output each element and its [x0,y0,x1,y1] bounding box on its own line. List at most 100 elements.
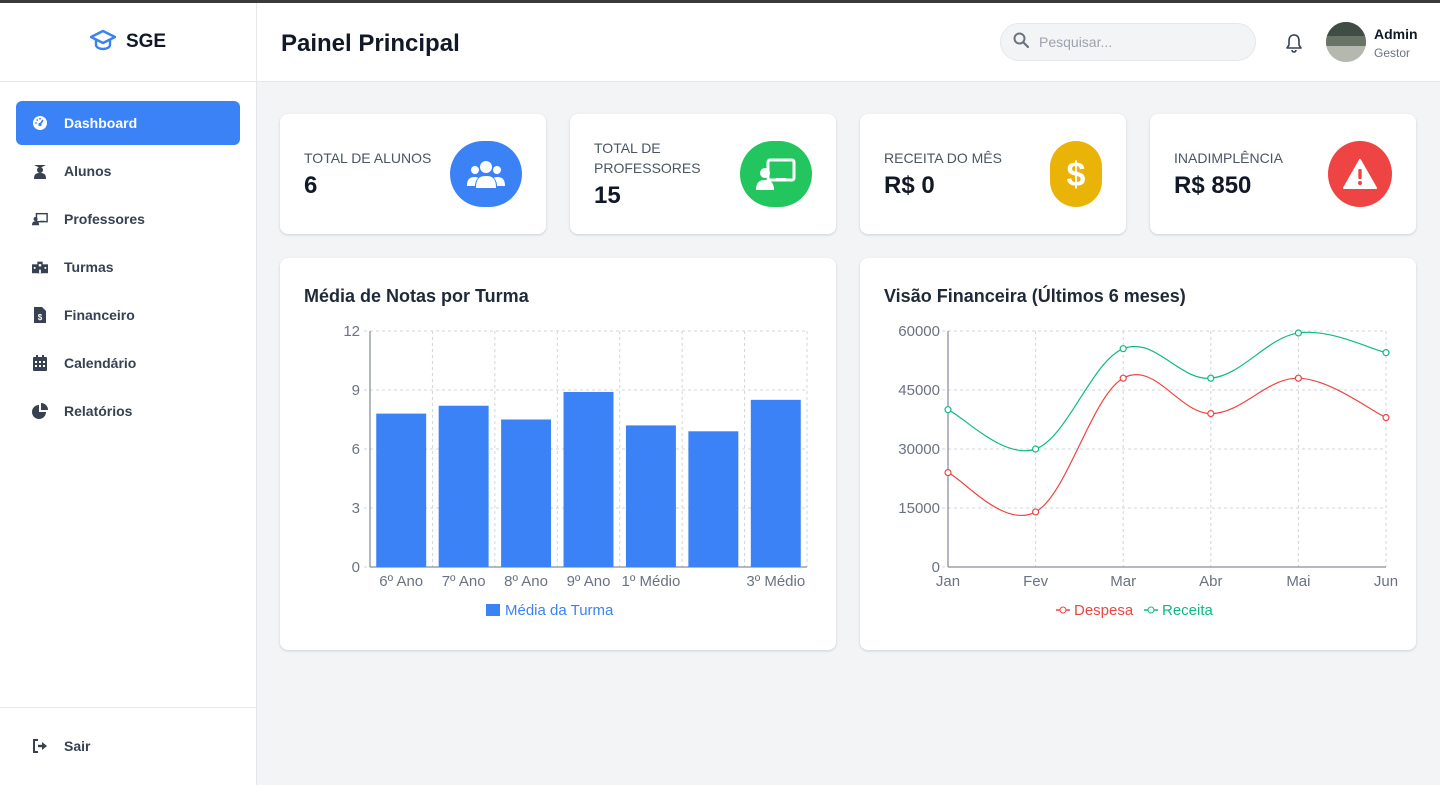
search-input[interactable] [1039,34,1239,50]
data-point [1207,410,1215,418]
invoice-dollar-icon: $ [32,307,48,323]
x-tick-label: 3º Médio [746,573,805,590]
stat-value: 15 [594,182,621,209]
graduation-cap-icon [89,29,117,56]
gauge-icon [32,115,48,131]
sidebar-footer: Sair [0,707,256,785]
sign-out-icon [32,738,48,754]
logout-button[interactable]: Sair [16,724,240,768]
y-tick-label: 9 [352,382,360,399]
page-title: Painel Principal [281,30,460,57]
sidebar-item-label: Professores [64,211,145,227]
legend-marker [1059,606,1067,614]
bar [376,413,427,567]
calendar-icon [32,355,48,371]
data-point [1382,349,1390,357]
sidebar-item-dashboard[interactable]: Dashboard [16,101,240,145]
user-role: Gestor [1374,46,1411,60]
sidebar-item-calendario[interactable]: Calendário [16,341,240,385]
sidebar-item-label: Financeiro [64,307,135,323]
users-icon [450,141,522,207]
sidebar-nav: Dashboard Alunos Professores Turmas $ Fi… [0,82,256,433]
sidebar-item-professores[interactable]: Professores [16,197,240,241]
chalkboard-teacher-icon [740,141,812,207]
legend-swatch [486,604,500,616]
stat-card-inadimplencia: INADIMPLÊNCIA R$ 850 [1150,114,1416,234]
brand[interactable]: SGE [0,3,256,82]
x-tick-label: Fev [1023,573,1049,590]
series-line [947,374,1387,516]
pie-chart-icon [32,403,48,419]
svg-text:$: $ [1067,156,1086,192]
data-point [944,406,952,414]
grades-chart-card: Média de Notas por Turma 0 3 6 9 12 6º Ano 7º … [280,258,836,650]
series-line [947,331,1387,452]
x-tick-label: 9º Ano [567,573,611,590]
x-tick-label: Mar [1110,573,1136,590]
data-point [1119,374,1127,382]
school-icon [32,259,48,275]
student-icon [32,163,48,179]
bar [688,431,739,567]
stat-card-alunos: TOTAL DE ALUNOS 6 [280,114,546,234]
sidebar-item-turmas[interactable]: Turmas [16,245,240,289]
sidebar-item-label: Turmas [64,259,114,275]
finance-chart-card: Visão Financeira (Últimos 6 meses) 0 1500… [860,258,1416,650]
sidebar-item-label: Alunos [64,163,112,179]
bar [501,419,552,567]
data-point [1119,345,1127,353]
x-tick-label: Jun [1374,573,1398,590]
x-tick-label: Abr [1199,573,1222,590]
y-tick-label: 30000 [898,441,940,458]
bar-chart: 0 3 6 9 12 6º Ano 7º Ano 8º Ano 9º Ano 1º Médio 3º… [343,323,808,619]
stat-label: RECEITA DO MÊS [884,150,1002,166]
data-point [1032,508,1040,516]
brand-name: SGE [125,31,167,52]
bar [625,425,676,567]
sidebar-item-label: Calendário [64,355,137,371]
legend-label: Média da Turma [505,602,614,619]
top-header: Painel Principal Admin Gestor [257,3,1440,82]
avatar[interactable] [1326,22,1366,62]
data-point [1294,329,1302,337]
bar [563,391,614,567]
stat-value: R$ 850 [1174,172,1252,199]
svg-text:$: $ [38,313,43,322]
stat-card-receita: RECEITA DO MÊS R$ 0 $ [860,114,1126,234]
y-tick-label: 60000 [898,323,940,340]
user-name: Admin [1374,26,1418,42]
legend-label: Receita [1162,602,1214,619]
sidebar-item-label: Relatórios [64,403,133,419]
sidebar: SGE Dashboard Alunos Professores Turmas [0,3,257,785]
stat-value: R$ 0 [884,172,935,199]
x-tick-label: Mai [1286,573,1310,590]
chalkboard-teacher-icon [32,211,48,227]
legend-label: Despesa [1074,602,1134,619]
y-tick-label: 3 [352,500,360,517]
sidebar-item-relatorios[interactable]: Relatórios [16,389,240,433]
y-tick-label: 6 [352,441,360,458]
logout-label: Sair [64,738,91,754]
data-point [1207,374,1215,382]
legend-marker [1147,606,1155,614]
stat-label: TOTAL DE PROFESSORES [594,140,701,176]
data-point [1032,445,1040,453]
stat-card-professores: TOTAL DE PROFESSORES 15 [570,114,836,234]
x-tick-label: Jan [936,573,960,590]
y-tick-label: 0 [352,559,360,576]
data-point [944,469,952,477]
stat-label: INADIMPLÊNCIA [1174,150,1283,166]
y-tick-label: 45000 [898,382,940,399]
sidebar-item-financeiro[interactable]: $ Financeiro [16,293,240,337]
search-icon [1013,32,1030,53]
y-tick-label: 15000 [898,500,940,517]
stat-value: 6 [304,172,318,199]
bell-icon[interactable] [1285,33,1303,53]
line-chart: 015000300004500060000Jan Fev Mar Abr Mai JunD… [898,323,1398,619]
warning-icon [1328,141,1392,207]
sidebar-item-label: Dashboard [64,115,138,131]
dollar-icon: $ [1050,141,1102,207]
search-box[interactable] [1000,23,1256,61]
data-point [1294,374,1302,382]
sidebar-item-alunos[interactable]: Alunos [16,149,240,193]
